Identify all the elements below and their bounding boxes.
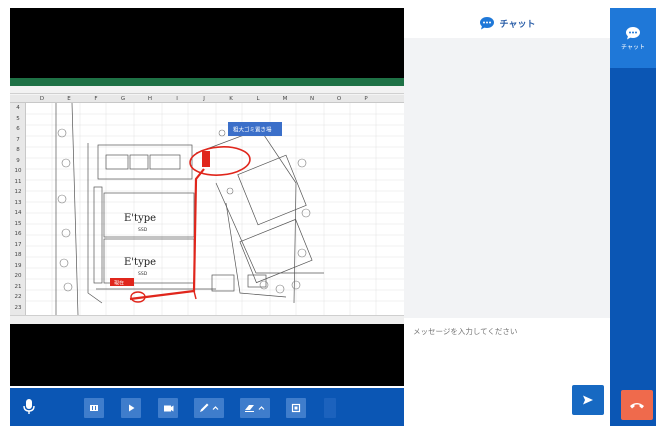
spreadsheet-ribbon	[10, 86, 404, 94]
start-tag: 現在	[114, 280, 124, 287]
row-header: 23	[14, 304, 22, 311]
row-header: 9	[16, 157, 20, 164]
row-header: 13	[14, 199, 22, 206]
floor-plan-drawing: E'type SSD E'type SSD 現在 粗大ゴミ置き場	[26, 102, 404, 316]
row-header: 14	[14, 210, 22, 216]
column-header: D	[39, 96, 45, 102]
row-header: 4	[16, 105, 20, 111]
building-1-sub: SSD	[138, 227, 148, 233]
row-header: 10	[14, 168, 22, 174]
pen-tool-button[interactable]	[194, 398, 224, 418]
row-header: 7	[16, 136, 20, 143]
callout-text: 粗大ゴミ置き場	[233, 126, 272, 134]
pen-icon	[200, 403, 219, 412]
send-arrow-icon	[583, 395, 593, 405]
dot-icon[interactable]	[324, 398, 336, 418]
column-header: N	[309, 96, 315, 102]
app-root: D E F G H I J K L M N O P 4 5 6 7 8 9 10 11 12 13 14 15 16 17 18 19…	[0, 0, 656, 426]
mic-icon[interactable]	[22, 397, 36, 417]
row-header: 11	[14, 178, 22, 185]
column-header: I	[176, 96, 178, 102]
building-2-label: E'type	[124, 257, 156, 268]
call-toolbar	[10, 388, 404, 426]
chat-title: チャット	[499, 19, 536, 30]
row-headers: 4 5 6 7 8 9 10 11 12 13 14 15 16 17 18 19 20 21 22 23	[10, 103, 26, 315]
eraser-tool-button[interactable]	[240, 398, 270, 418]
building-2-sub: SSD	[138, 271, 148, 277]
share-icon[interactable]	[286, 398, 306, 418]
right-rail: チャット	[610, 8, 656, 426]
phone-hangup-icon	[630, 403, 644, 409]
column-header: H	[147, 96, 153, 102]
row-header: 12	[14, 189, 22, 195]
row-header: 6	[16, 126, 20, 132]
sheet-tabs	[10, 315, 404, 324]
rail-chat-button[interactable]: チャット	[610, 8, 656, 68]
chat-messages	[404, 38, 610, 318]
column-header: E	[67, 96, 71, 102]
column-header: O	[336, 96, 342, 102]
row-header: 18	[14, 252, 22, 258]
column-header: L	[256, 96, 260, 102]
row-header: 20	[14, 273, 22, 279]
row-header: 8	[16, 147, 20, 153]
chat-header: チャット	[404, 8, 610, 38]
column-header: P	[364, 96, 368, 102]
rail-chat-label: チャット	[621, 43, 645, 51]
building-1-label: E'type	[124, 213, 156, 224]
camera-icon[interactable]	[158, 398, 178, 418]
column-header: F	[94, 96, 98, 102]
row-header: 22	[14, 294, 22, 300]
chat-bubble-icon	[626, 26, 640, 39]
column-header: M	[282, 96, 288, 102]
shared-screen: D E F G H I J K L M N O P 4 5 6 7 8 9 10 11 12 13 14 15 16 17 18 19…	[10, 78, 404, 324]
spreadsheet-sheet: E'type SSD E'type SSD 現在 粗大ゴミ置き場	[26, 102, 404, 316]
row-header: 21	[14, 283, 22, 290]
chat-bubble-icon	[479, 17, 494, 30]
column-header: G	[120, 96, 126, 102]
eraser-icon	[245, 405, 265, 412]
play-icon[interactable]	[121, 398, 141, 418]
row-header: 15	[14, 220, 22, 227]
media-icon[interactable]	[84, 398, 104, 418]
chat-panel: チャット	[404, 8, 610, 426]
row-header: 17	[14, 241, 22, 248]
spreadsheet-title-bar	[10, 78, 404, 86]
hangup-button[interactable]	[621, 390, 653, 420]
row-header: 5	[16, 115, 20, 122]
column-header: K	[229, 96, 233, 102]
column-header: J	[203, 96, 205, 102]
row-header: 19	[14, 262, 22, 269]
send-button[interactable]	[572, 385, 604, 415]
column-headers: D E F G H I J K L M N O P	[10, 95, 404, 103]
row-header: 16	[14, 231, 22, 237]
video-area: D E F G H I J K L M N O P 4 5 6 7 8 9 10 11 12 13 14 15 16 17 18 19…	[10, 8, 404, 386]
